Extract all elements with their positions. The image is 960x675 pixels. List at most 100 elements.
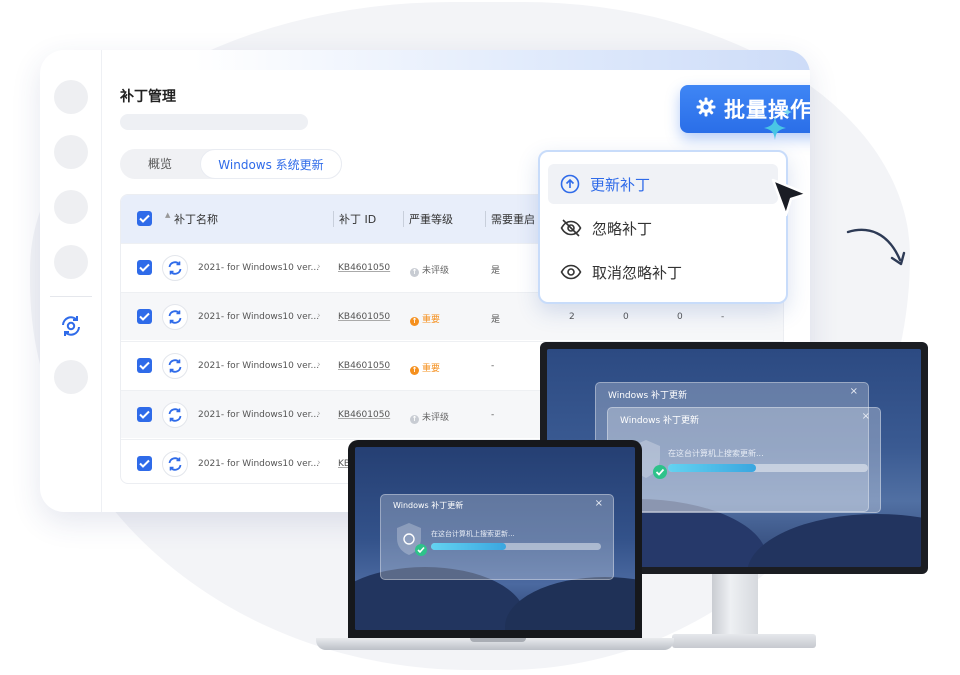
update-progress-bar <box>668 464 868 472</box>
patch-id-link[interactable]: KB4601050 <box>338 263 390 273</box>
sidebar <box>40 50 102 512</box>
severity-label: 未评级 <box>422 413 450 423</box>
chevron-right-icon[interactable]: › <box>317 409 321 419</box>
col-severity-header[interactable]: 严重等级 <box>409 211 453 227</box>
update-status-text: 在这台计算机上搜索更新... <box>431 530 515 538</box>
window-title: Windows 补丁更新 <box>620 416 700 426</box>
sidebar-item-1[interactable] <box>54 80 88 114</box>
laptop: Windows 补丁更新 × 在这台计算机上搜索更新... <box>348 440 642 640</box>
sparkle-icon <box>764 116 786 140</box>
refresh-icon <box>162 255 188 281</box>
col-divider <box>333 211 334 227</box>
tab-windows-update[interactable]: Windows 系统更新 <box>200 149 342 179</box>
refresh-icon <box>162 402 188 428</box>
tab-bar: 概览 Windows 系统更新 <box>120 149 342 179</box>
restart-value: 是 <box>491 266 501 276</box>
eye-off-icon <box>560 219 582 237</box>
severity-up-icon: ↑ <box>410 268 419 277</box>
shield-sync-icon <box>397 523 427 556</box>
patch-name: 2021- for Windows10 ver... <box>198 459 320 469</box>
col-divider <box>485 211 486 227</box>
col-name-header[interactable]: 补丁名称 <box>174 211 218 227</box>
window-title: Windows 补丁更新 <box>608 391 688 401</box>
count-cell: 2 <box>569 312 575 322</box>
monitor-stand-base <box>672 634 816 648</box>
stage: 补丁管理 概览 Windows 系统更新 ▲ 补丁名称 补丁 ID 严重等级 需… <box>0 0 960 675</box>
mouse-cursor-icon <box>771 178 809 217</box>
patch-name: 2021- for Windows10 ver... <box>198 312 320 322</box>
refresh-icon <box>162 451 188 477</box>
close-icon[interactable]: × <box>850 386 858 397</box>
row-checkbox[interactable] <box>137 456 152 471</box>
laptop-screen: Windows 补丁更新 × 在这台计算机上搜索更新... <box>355 447 635 630</box>
severity-cell: ↑ 重要 <box>410 312 440 326</box>
row-checkbox[interactable] <box>137 358 152 373</box>
patch-name: 2021- for Windows10 ver... <box>198 263 320 273</box>
restart-value: 是 <box>491 315 501 325</box>
patch-name: 2021- for Windows10 ver... <box>198 361 320 371</box>
batch-dropdown-menu: 更新补丁 忽略补丁 取消忽略补丁 <box>538 150 788 304</box>
count-cell: 0 <box>623 312 629 322</box>
chevron-right-icon[interactable]: › <box>317 262 321 272</box>
monitor-update-window: Windows 补丁更新 × 在这台计算机上搜索更新... <box>607 407 881 513</box>
laptop-update-window: Windows 补丁更新 × 在这台计算机上搜索更新... <box>380 494 614 580</box>
patch-name: 2021- for Windows10 ver... <box>198 410 320 420</box>
severity-up-icon: ↑ <box>410 317 419 326</box>
menu-item-unignore-patch[interactable]: 取消忽略补丁 <box>548 252 778 292</box>
severity-up-icon: ↑ <box>410 366 419 375</box>
menu-item-label: 取消忽略补丁 <box>592 263 683 282</box>
sidebar-item-4[interactable] <box>54 245 88 279</box>
sidebar-item-6[interactable] <box>54 360 88 394</box>
count-cell: - <box>721 312 725 322</box>
row-checkbox[interactable] <box>137 407 152 422</box>
row-checkbox[interactable] <box>137 309 152 324</box>
row-checkbox[interactable] <box>137 260 152 275</box>
update-progress-fill <box>668 464 756 472</box>
update-status-text: 在这台计算机上搜索更新... <box>668 449 764 458</box>
monitor-stand <box>712 574 758 636</box>
patch-id-link[interactable]: KB4601050 <box>338 361 390 371</box>
close-icon[interactable]: × <box>595 498 603 509</box>
sidebar-item-2[interactable] <box>54 135 88 169</box>
chevron-right-icon[interactable]: › <box>317 458 321 468</box>
patch-id-link[interactable]: KB4601050 <box>338 312 390 322</box>
eye-icon <box>560 264 582 280</box>
subtitle-placeholder <box>120 114 308 130</box>
close-icon[interactable]: × <box>862 411 870 422</box>
restart-value: - <box>491 410 495 420</box>
severity-label: 重要 <box>422 364 441 374</box>
severity-cell: ↑ 重要 <box>410 361 440 375</box>
severity-label: 未评级 <box>422 266 450 276</box>
window-title: Windows 补丁更新 <box>393 501 464 510</box>
wallpaper-hill <box>747 514 921 567</box>
wallpaper-hill <box>505 577 635 630</box>
menu-item-ignore-patch[interactable]: 忽略补丁 <box>548 208 778 248</box>
menu-item-update-patch[interactable]: 更新补丁 <box>548 164 778 204</box>
sidebar-item-3[interactable] <box>54 190 88 224</box>
arrow-up-circle-icon <box>560 174 580 194</box>
severity-cell: ↑ 未评级 <box>410 410 449 424</box>
sparkle-small-icon <box>783 107 792 117</box>
update-progress-bar <box>431 543 601 550</box>
tab-overview[interactable]: 概览 <box>120 149 200 179</box>
update-progress-fill <box>431 543 506 550</box>
chevron-right-icon[interactable]: › <box>317 360 321 370</box>
col-restart-header[interactable]: 需要重启 <box>491 211 535 227</box>
page-title: 补丁管理 <box>120 89 176 105</box>
select-all-checkbox[interactable] <box>137 211 152 226</box>
gear-icon <box>696 97 716 121</box>
sidebar-divider <box>50 296 92 297</box>
count-cell: 0 <box>677 312 683 322</box>
sort-icon[interactable]: ▲ <box>165 211 170 219</box>
col-divider <box>403 211 404 227</box>
patch-sync-icon[interactable] <box>59 314 83 338</box>
severity-cell: ↑ 未评级 <box>410 263 449 277</box>
col-id-header[interactable]: 补丁 ID <box>339 211 376 227</box>
patch-id-link[interactable]: KB4601050 <box>338 410 390 420</box>
refresh-icon <box>162 304 188 330</box>
refresh-icon <box>162 353 188 379</box>
menu-item-label: 更新补丁 <box>590 175 651 194</box>
restart-value: - <box>491 361 495 371</box>
severity-up-icon: ↑ <box>410 415 419 424</box>
chevron-right-icon[interactable]: › <box>317 311 321 321</box>
